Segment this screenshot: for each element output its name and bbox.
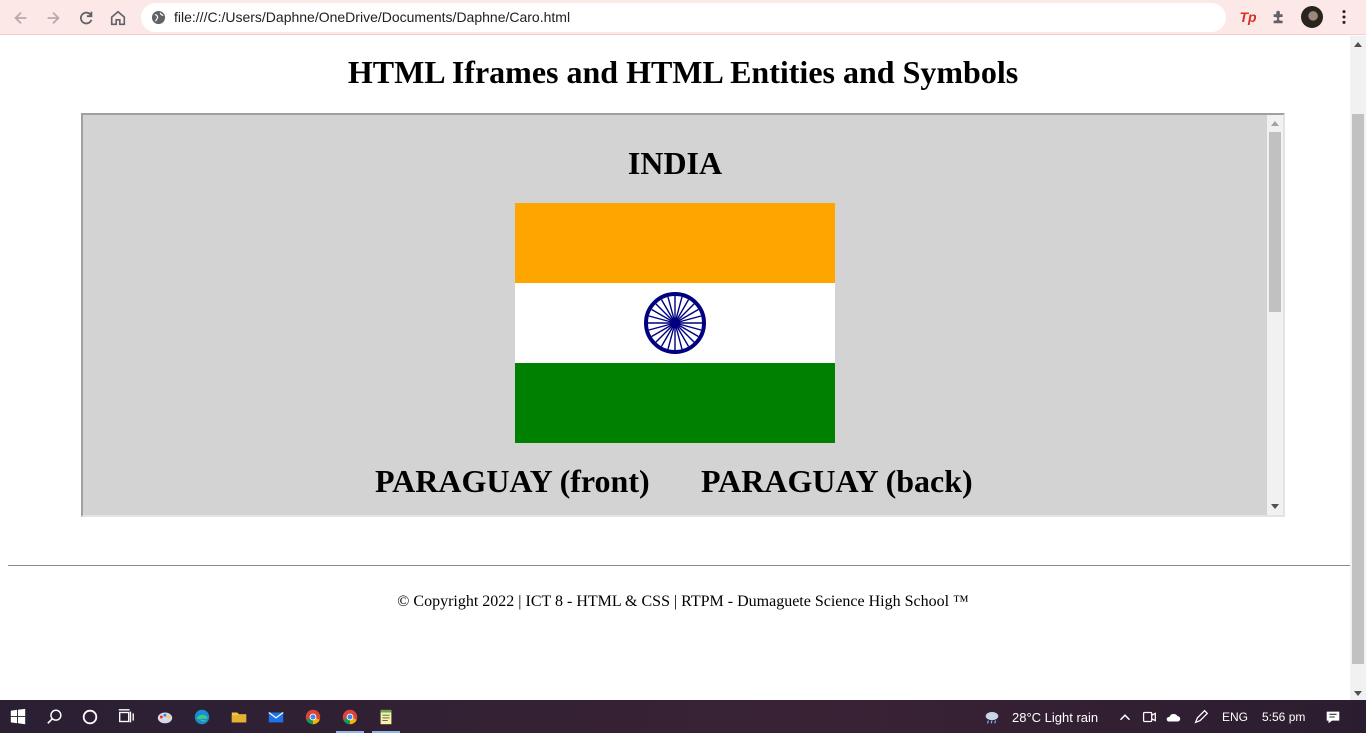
scroll-down-arrow-icon[interactable] [1271,504,1279,509]
profile-avatar[interactable] [1301,6,1323,28]
taskbar-app-notepad[interactable] [374,705,398,729]
weather-text[interactable]: 28°C Light rain [1012,710,1098,725]
taskbar-app-edge[interactable] [190,705,214,729]
puzzle-icon [1273,10,1283,24]
footer-divider [8,565,1350,566]
page-scroll-thumb[interactable] [1352,114,1364,664]
paint-icon [157,712,173,724]
cloud-icon [1166,713,1181,722]
chrome-icon [305,709,321,725]
taskbar: 28°C Light rain ENG 5:56 pm [0,700,1366,733]
tp-extension-button[interactable]: Tp [1237,6,1259,28]
india-flag-image [515,203,835,443]
address-bar[interactable]: file:///C:/Users/Daphne/OneDrive/Documen… [141,3,1226,32]
mail-icon [268,712,284,723]
task-view-icon [118,709,134,723]
weather-widget[interactable] [980,705,1004,729]
search-button[interactable] [43,705,67,729]
windows-icon [10,708,26,725]
reload-button[interactable] [73,5,99,31]
page-scrollbar[interactable] [1350,36,1366,700]
country-heading: INDIA [627,145,723,181]
ashoka-chakra-icon [644,292,706,354]
task-view-button[interactable] [114,705,138,729]
globe-icon [151,10,166,25]
taskbar-app-chrome[interactable] [301,705,325,729]
folder-icon [231,712,247,723]
page-scroll-up-arrow-icon[interactable] [1354,42,1362,47]
page-title: HTML Iframes and HTML Entities and Symbo… [347,54,1019,90]
page-scroll-down-arrow-icon[interactable] [1354,691,1362,696]
arrow-left-icon [14,11,27,25]
browser-toolbar: file:///C:/Users/Daphne/OneDrive/Documen… [0,0,1366,35]
meet-now-button[interactable] [1137,705,1161,729]
cortana-icon [82,709,98,725]
show-hidden-icons-button[interactable] [1113,705,1137,729]
iframe-content: INDIA PARAGUAY (front) PARAGUAY (back) [83,115,1267,515]
paraguay-back-caption: PARAGUAY (back) [701,463,973,499]
pen-workspace-button[interactable] [1189,705,1213,729]
flag-green-band [515,363,835,443]
back-button[interactable] [8,5,34,31]
clock[interactable]: 5:56 pm [1262,710,1305,724]
home-icon [110,10,126,26]
footer-copyright: © Copyright 2022 | ICT 8 - HTML & CSS | … [397,593,969,610]
browser-menu-button[interactable] [1333,6,1355,28]
paraguay-front-caption: PARAGUAY (front) [375,463,650,499]
onedrive-button[interactable] [1161,705,1185,729]
home-button[interactable] [105,5,131,31]
arrow-right-icon [47,11,60,25]
rain-cloud-icon [985,712,999,724]
taskbar-app-mail[interactable] [264,705,288,729]
page-content: HTML Iframes and HTML Entities and Symbo… [0,36,1350,700]
iframe-scroll-thumb[interactable] [1269,132,1281,312]
cortana-button[interactable] [78,705,102,729]
reload-icon [80,11,93,25]
url-text: file:///C:/Users/Daphne/OneDrive/Documen… [174,9,571,25]
pen-icon [1194,709,1209,724]
iframe-scrollbar[interactable] [1267,115,1283,515]
forward-button[interactable] [40,5,66,31]
search-icon [47,709,62,724]
taskbar-app-chrome-profile[interactable] [338,705,362,729]
start-button[interactable] [6,705,30,729]
chevron-up-icon [1119,714,1131,721]
extensions-button[interactable] [1268,6,1290,28]
action-center-button[interactable] [1321,705,1345,729]
taskbar-app-file-explorer[interactable] [227,705,251,729]
iframe[interactable]: INDIA PARAGUAY (front) PARAGUAY (back) [81,113,1285,517]
edge-icon [194,709,210,725]
more-vert-icon [1342,10,1346,24]
chrome-profile-icon [342,709,358,725]
tp-extension-icon: Tp [1239,9,1257,25]
notification-icon [1326,711,1340,724]
meet-now-icon [1142,711,1156,723]
taskbar-app-paint[interactable] [153,705,177,729]
scroll-up-arrow-icon[interactable] [1271,121,1279,126]
language-indicator[interactable]: ENG [1222,710,1248,724]
flag-saffron-band [515,203,835,283]
notepad-icon [380,709,392,725]
